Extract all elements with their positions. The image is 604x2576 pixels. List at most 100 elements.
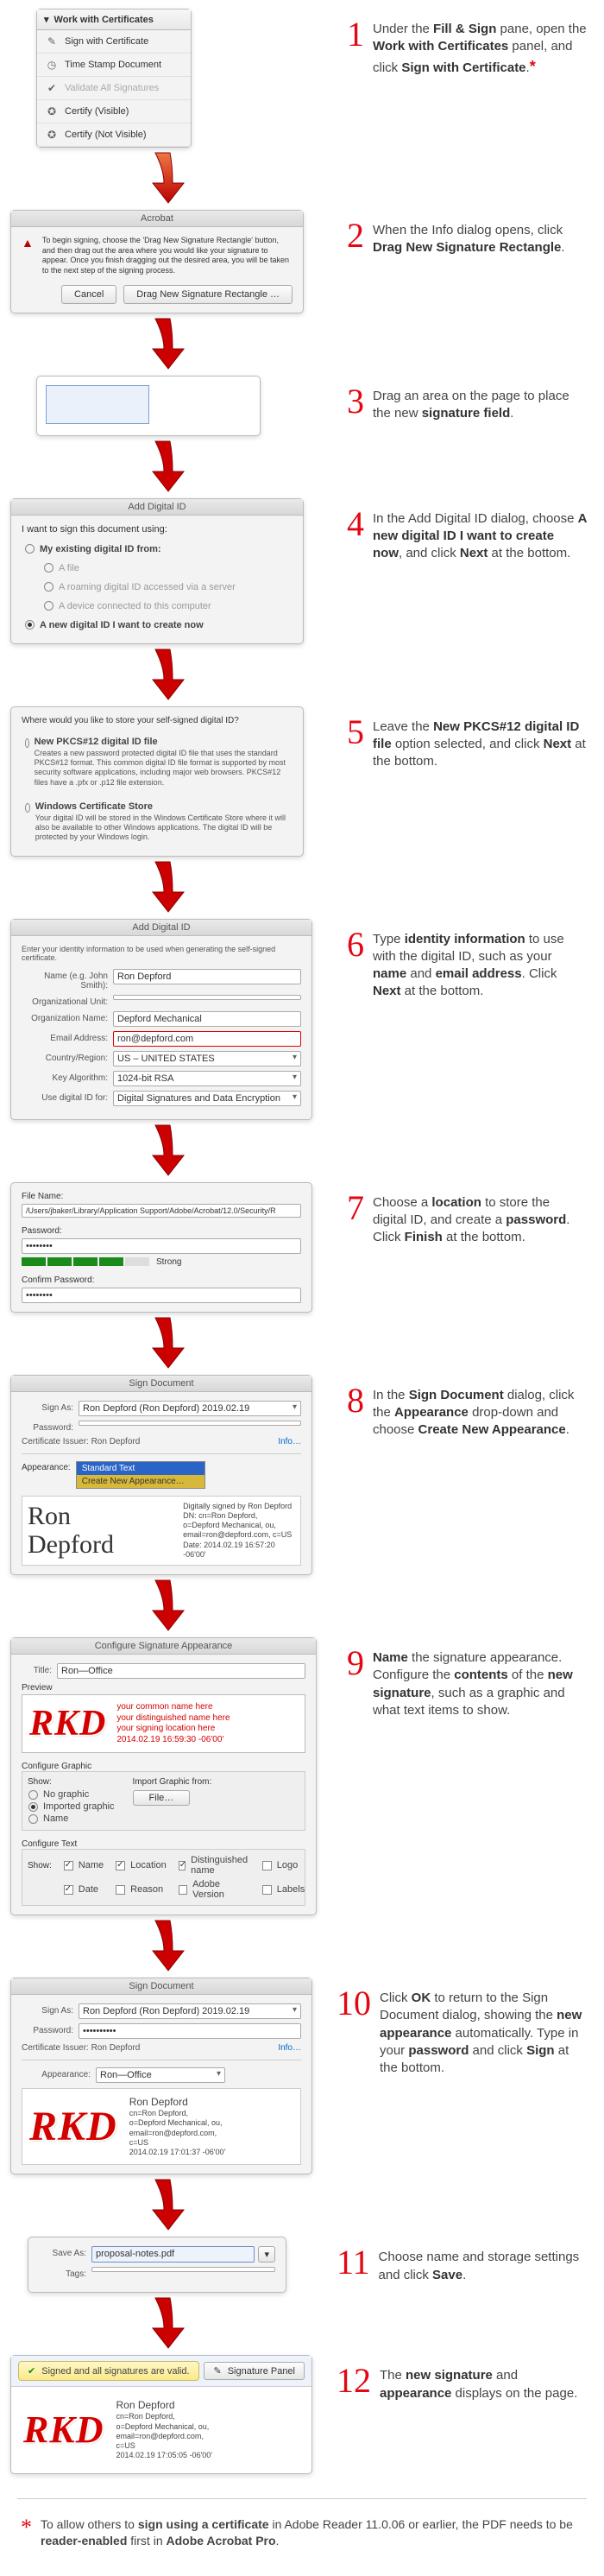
password-input[interactable]: •••••••• [22, 1238, 301, 1254]
wc-panel-title: Work with Certificates [54, 15, 154, 25]
dialog-title: Acrobat [11, 211, 303, 227]
use-label: Use digital ID for: [22, 1091, 108, 1106]
chk-reason[interactable]: Reason [116, 1884, 167, 1895]
checkbox-icon [64, 1885, 73, 1895]
issuer-text: Certificate Issuer: Ron Depford [22, 1437, 140, 1446]
password-strength-meter: Strong [22, 1257, 301, 1267]
signature-preview-graphic: RKD [29, 2103, 117, 2150]
step-text: When the Info dialog opens, click Drag N… [373, 218, 587, 257]
step-number: 8 [337, 1383, 364, 1418]
chk-location[interactable]: Location [116, 1860, 167, 1870]
signature-icon: ✎ [213, 2366, 221, 2377]
flow-arrow-icon [0, 153, 328, 205]
chk-dn[interactable]: Distinguished name [179, 1855, 250, 1876]
device-suboption: A device connected to this computer [22, 597, 293, 616]
preview-label: Preview [22, 1683, 305, 1693]
step-number: 1 [337, 17, 364, 52]
pkcs12-option[interactable]: New PKCS#12 digital ID file Creates a ne… [22, 732, 293, 792]
chk-date[interactable]: Date [64, 1884, 104, 1895]
info-link[interactable]: Info… [278, 2043, 301, 2053]
password-input[interactable]: •••••••••• [79, 2023, 301, 2039]
step-text: Choose name and storage settings and cli… [379, 2245, 587, 2284]
step-text: Drag an area on the page to place the ne… [373, 384, 587, 423]
orgunit-label: Organizational Unit: [22, 995, 108, 1007]
dialog-lead-text: Where would you like to store your self-… [22, 716, 293, 725]
name-input[interactable]: Ron Depford [113, 969, 301, 984]
org-label: Organization Name: [22, 1011, 108, 1027]
radio-selected-icon [28, 1802, 38, 1812]
store-id-dialog: Where would you like to store your self-… [10, 706, 304, 857]
page-canvas[interactable] [36, 376, 261, 436]
saveas-input[interactable]: proposal-notes.pdf [91, 2246, 255, 2263]
windows-store-option[interactable]: Windows Certificate Store Your digital I… [22, 797, 293, 847]
expand-button[interactable]: ▾ [258, 2246, 275, 2263]
work-with-certificates-panel: ▾ Work with Certificates ✎ Sign with Cer… [36, 9, 192, 148]
signature-field-rect[interactable] [46, 385, 149, 424]
title-input[interactable]: Ron—Office [57, 1663, 305, 1679]
chk-name[interactable]: Name [64, 1860, 104, 1870]
existing-id-option[interactable]: My existing digital ID from: [22, 540, 293, 559]
signature-details: Ron Depford cn=Ron Depford, o=Depford Me… [116, 2399, 212, 2460]
certify-visible-item[interactable]: ✪ Certify (Visible) [37, 100, 191, 123]
checkbox-icon [262, 1861, 272, 1870]
file-input[interactable]: /Users/jbaker/Library/Application Suppor… [22, 1204, 301, 1218]
tags-input[interactable] [91, 2267, 275, 2272]
timestamp-item[interactable]: ◷ Time Stamp Document [37, 54, 191, 77]
checkbox-icon [262, 1885, 272, 1895]
item-label: Sign with Certificate [65, 36, 148, 47]
signas-select[interactable]: Ron Depford (Ron Depford) 2019.02.19 [79, 1401, 301, 1416]
cancel-button[interactable]: Cancel [61, 285, 116, 304]
dialog-title: Add Digital ID [11, 499, 303, 516]
config-graphic-label: Configure Graphic [22, 1762, 305, 1771]
appearance-option-standard[interactable]: Standard Text [77, 1462, 204, 1475]
flow-arrow-icon [0, 441, 328, 493]
sign-document-dialog-2: Sign Document Sign As:Ron Depford (Ron D… [10, 1978, 312, 2174]
no-graphic-option[interactable]: No graphic [28, 1788, 116, 1801]
country-select[interactable]: US – UNITED STATES [113, 1051, 301, 1066]
password-input[interactable] [79, 1421, 301, 1426]
checkbox-icon [116, 1861, 125, 1870]
appearance-option-create[interactable]: Create New Appearance… [77, 1475, 204, 1488]
issuer-text: Certificate Issuer: Ron Depford [22, 2043, 140, 2053]
email-label: Email Address: [22, 1031, 108, 1047]
new-id-option[interactable]: A new digital ID I want to create now [22, 616, 293, 635]
orgunit-input[interactable] [113, 995, 301, 1000]
checkbox-icon [116, 1885, 125, 1895]
appearance-select[interactable]: Ron—Office [96, 2067, 225, 2083]
confirm-password-input[interactable]: •••••••• [22, 1288, 301, 1303]
radio-icon [44, 582, 53, 592]
radio-icon [28, 1814, 38, 1824]
checkbox-icon [64, 1861, 73, 1870]
sign-with-certificate-item[interactable]: ✎ Sign with Certificate [37, 30, 191, 54]
file-suboption: A file [22, 559, 293, 578]
step-number: 6 [337, 927, 364, 962]
keyalg-select[interactable]: 1024-bit RSA [113, 1071, 301, 1086]
chevron-down-icon: ▾ [44, 14, 49, 25]
footnote-star-icon: * [21, 2516, 32, 2539]
file-button[interactable]: File… [133, 1790, 191, 1806]
step-number: 9 [337, 1646, 364, 1680]
password-label: Password: [22, 2023, 73, 2039]
password-dialog: File Name: /Users/jbaker/Library/Applica… [10, 1182, 312, 1313]
info-dialog: Acrobat ▲ To begin signing, choose the '… [10, 210, 304, 313]
email-input[interactable]: ron@depford.com [113, 1031, 301, 1047]
signature-panel-button[interactable]: ✎ Signature Panel [204, 2362, 305, 2380]
chk-labels[interactable]: Labels [262, 1884, 305, 1895]
chk-logo[interactable]: Logo [262, 1860, 305, 1870]
drag-rectangle-button[interactable]: Drag New Signature Rectangle … [123, 285, 293, 304]
appearance-label: Appearance: [22, 1461, 71, 1472]
org-input[interactable]: Depford Mechanical [113, 1011, 301, 1027]
chk-adobe[interactable]: Adobe Version [179, 1879, 250, 1900]
flow-arrow-icon [0, 649, 328, 701]
radio-icon [44, 601, 53, 611]
step-number: 12 [337, 2364, 371, 2398]
name-graphic-option[interactable]: Name [28, 1813, 116, 1825]
certify-invisible-item[interactable]: ✪ Certify (Not Visible) [37, 123, 191, 147]
use-select[interactable]: Digital Signatures and Data Encryption [113, 1091, 301, 1106]
step-text: Choose a location to store the digital I… [373, 1191, 587, 1247]
step-text: The new signature and appearance display… [380, 2364, 587, 2402]
info-link[interactable]: Info… [278, 1437, 301, 1446]
signas-select[interactable]: Ron Depford (Ron Depford) 2019.02.19 [79, 2003, 301, 2019]
wc-panel-header[interactable]: ▾ Work with Certificates [37, 9, 191, 30]
imported-graphic-option[interactable]: Imported graphic [28, 1801, 116, 1813]
